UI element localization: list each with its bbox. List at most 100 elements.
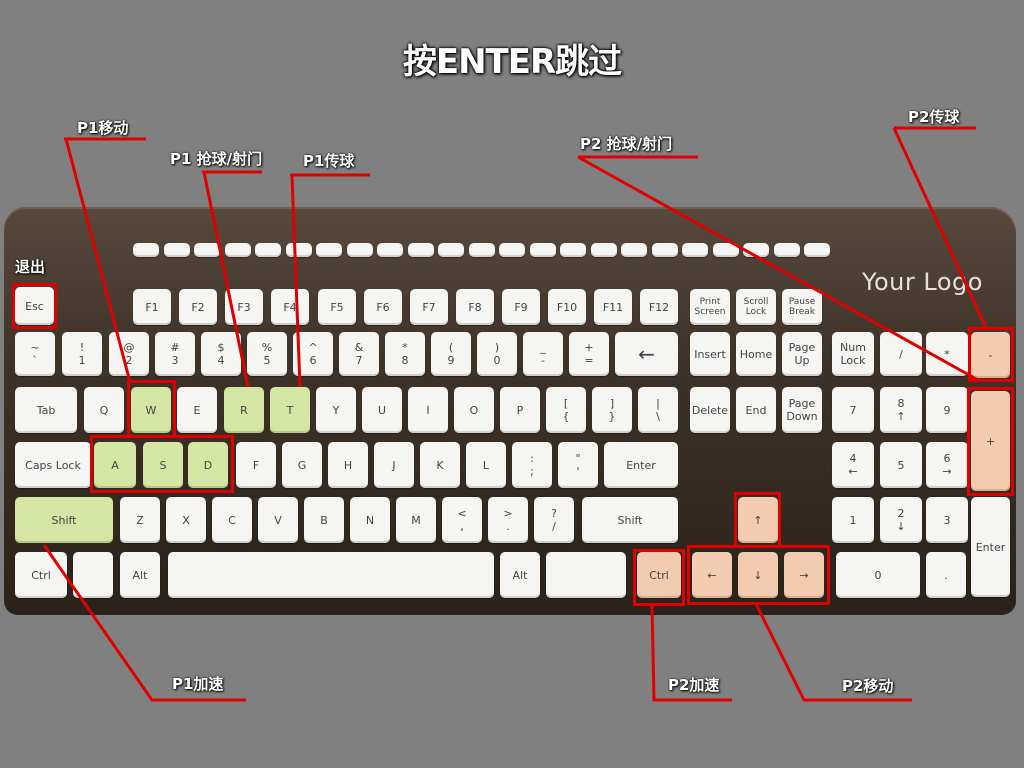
key-q[interactable]: Q: [84, 387, 124, 433]
key-up[interactable]: ↑: [738, 497, 778, 543]
key-n8[interactable]: * 8: [385, 332, 425, 376]
key-t[interactable]: T: [270, 387, 310, 433]
media-key[interactable]: [743, 243, 769, 257]
key-enter[interactable]: Enter: [604, 442, 678, 488]
media-key[interactable]: [438, 243, 464, 257]
key-np6[interactable]: 6 →: [926, 442, 968, 488]
key-left[interactable]: ←: [692, 552, 732, 598]
key-d[interactable]: D: [188, 442, 228, 488]
key-b[interactable]: B: [304, 497, 344, 543]
media-key[interactable]: [346, 243, 373, 257]
key-delete[interactable]: Delete: [690, 387, 730, 433]
media-key[interactable]: [468, 243, 495, 257]
key-f5[interactable]: F5: [318, 289, 356, 325]
key-f9[interactable]: F9: [502, 289, 540, 325]
key-minus[interactable]: _ -: [523, 332, 563, 376]
key-l[interactable]: L: [466, 442, 506, 488]
key-x[interactable]: X: [166, 497, 206, 543]
media-key[interactable]: [499, 243, 525, 257]
media-key[interactable]: [407, 243, 434, 257]
key-n4[interactable]: $ 4: [201, 332, 241, 376]
key-lshift[interactable]: Shift: [15, 497, 113, 543]
key-n2[interactable]: @ 2: [109, 332, 149, 376]
media-key[interactable]: [682, 243, 708, 257]
key-insert[interactable]: Insert: [690, 332, 730, 376]
key-end[interactable]: End: [736, 387, 776, 433]
media-key[interactable]: [255, 243, 281, 257]
key-u[interactable]: U: [362, 387, 402, 433]
media-key[interactable]: [804, 243, 830, 257]
key-n6[interactable]: ^ 6: [293, 332, 333, 376]
key-p[interactable]: P: [500, 387, 540, 433]
key-np3[interactable]: 3: [926, 497, 968, 543]
key-np-plus[interactable]: +: [971, 391, 1010, 491]
key-pause[interactable]: Pause Break: [782, 289, 822, 325]
key-np-minus[interactable]: -: [971, 332, 1010, 378]
media-key[interactable]: [529, 243, 556, 257]
key-lbrace[interactable]: [ {: [546, 387, 586, 433]
key-esc[interactable]: Esc: [15, 287, 54, 325]
key-i[interactable]: I: [408, 387, 448, 433]
key-f8[interactable]: F8: [456, 289, 494, 325]
key-v[interactable]: V: [258, 497, 298, 543]
media-key[interactable]: [163, 243, 190, 257]
key-n0[interactable]: ) 0: [477, 332, 517, 376]
key-n1[interactable]: ! 1: [62, 332, 102, 376]
media-key[interactable]: [194, 243, 220, 257]
key-bslash[interactable]: | \: [638, 387, 678, 433]
key-numlock[interactable]: Num Lock: [832, 332, 874, 376]
key-np2[interactable]: 2 ↓: [880, 497, 922, 543]
key-n[interactable]: N: [350, 497, 390, 543]
key-np0[interactable]: 0: [836, 552, 920, 598]
key-plus[interactable]: + =: [569, 332, 609, 376]
key-right[interactable]: →: [784, 552, 824, 598]
key-scroll[interactable]: Scroll Lock: [736, 289, 776, 325]
key-rbrace[interactable]: ] }: [592, 387, 632, 433]
media-key[interactable]: [560, 243, 586, 257]
key-f6[interactable]: F6: [364, 289, 402, 325]
key-h[interactable]: H: [328, 442, 368, 488]
key-lwin[interactable]: [73, 552, 113, 598]
key-pgup[interactable]: Page Up: [782, 332, 822, 376]
key-m[interactable]: M: [396, 497, 436, 543]
key-k[interactable]: K: [420, 442, 460, 488]
key-f4[interactable]: F4: [271, 289, 309, 325]
key-f[interactable]: F: [236, 442, 276, 488]
key-space[interactable]: [168, 552, 494, 598]
key-f3[interactable]: F3: [225, 289, 263, 325]
key-f10[interactable]: F10: [548, 289, 586, 325]
media-key[interactable]: [590, 243, 617, 257]
key-n5[interactable]: % 5: [247, 332, 287, 376]
key-comma[interactable]: < ,: [442, 497, 482, 543]
key-period[interactable]: > .: [488, 497, 528, 543]
key-tilde[interactable]: ~ `: [15, 332, 55, 376]
key-np8[interactable]: 8 ↑: [880, 387, 922, 433]
media-key[interactable]: [285, 243, 312, 257]
media-key[interactable]: [712, 243, 739, 257]
key-n3[interactable]: # 3: [155, 332, 195, 376]
key-f2[interactable]: F2: [179, 289, 217, 325]
media-key[interactable]: [377, 243, 403, 257]
key-np9[interactable]: 9: [926, 387, 968, 433]
key-lalt[interactable]: Alt: [120, 552, 160, 598]
key-c[interactable]: C: [212, 497, 252, 543]
key-caps[interactable]: Caps Lock: [15, 442, 91, 488]
key-quote[interactable]: " ': [558, 442, 598, 488]
key-np4[interactable]: 4 ←: [832, 442, 874, 488]
media-key[interactable]: [316, 243, 342, 257]
key-slash[interactable]: ? /: [534, 497, 574, 543]
key-down[interactable]: ↓: [738, 552, 778, 598]
key-y[interactable]: Y: [316, 387, 356, 433]
key-a[interactable]: A: [94, 442, 136, 488]
key-np7[interactable]: 7: [832, 387, 874, 433]
key-f1[interactable]: F1: [133, 289, 171, 325]
key-z[interactable]: Z: [120, 497, 160, 543]
key-g[interactable]: G: [282, 442, 322, 488]
key-np-mul[interactable]: *: [926, 332, 968, 376]
media-key[interactable]: [621, 243, 647, 257]
key-f7[interactable]: F7: [410, 289, 448, 325]
media-key[interactable]: [133, 243, 159, 257]
key-rctrl[interactable]: Ctrl: [637, 552, 681, 598]
key-s[interactable]: S: [143, 442, 183, 488]
key-lctrl[interactable]: Ctrl: [15, 552, 67, 598]
